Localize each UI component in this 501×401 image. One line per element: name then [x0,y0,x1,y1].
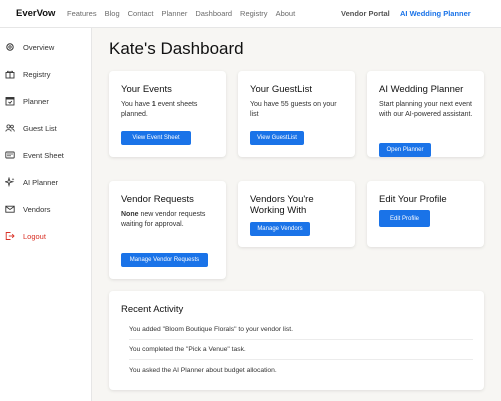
sidebar-item-label: Guest List [23,123,57,133]
sidebar-item-logout[interactable]: Logout [4,227,88,245]
page-title: Kate's Dashboard [109,39,244,58]
vendors-working-card: Vendors You're Working With Manage Vendo… [238,181,355,247]
sidebar-item-label: Vendors [23,204,51,214]
vendor-requests-card: Vendor Requests None new vendor requests… [109,181,226,279]
top-navbar: EverVow Features Blog Contact Planner Da… [0,0,501,28]
edit-profile-card: Edit Your Profile Edit Profile [367,181,484,247]
guestlist-card: Your GuestList You have 55 guests on you… [238,71,355,157]
sparkle-icon [4,177,15,188]
brand-logo[interactable]: EverVow [16,8,55,19]
logout-icon [4,231,15,242]
people-icon [4,123,15,134]
ai-planner-card: AI Wedding Planner Start planning your n… [367,71,484,157]
sidebar-item-label: Overview [23,42,55,52]
card-title: Vendor Requests [121,194,194,205]
sidebar: Overview Registry Planner Guest List Eve… [0,28,92,401]
sidebar-item-guest-list[interactable]: Guest List [4,119,88,137]
gear-icon [4,42,15,53]
edit-profile-button[interactable]: Edit Profile [379,210,430,227]
calendar-icon [4,96,15,107]
card-text: You have 55 guests on your list [250,101,337,118]
sidebar-item-overview[interactable]: Overview [4,38,88,56]
card-title: Your GuestList [250,84,312,95]
card-text: Start planning your next event with our … [379,101,473,118]
gift-icon [4,69,15,80]
card-icon [4,150,15,161]
card-title: Edit Your Profile [379,194,447,205]
view-event-sheet-button[interactable]: View Event Sheet [121,131,191,145]
request-count: None [121,211,139,218]
sidebar-item-label: Logout [23,231,46,241]
card-title: AI Wedding Planner [379,84,464,95]
sidebar-item-label: AI Planner [23,177,59,187]
nav-link-blog[interactable]: Blog [105,9,120,18]
sidebar-item-planner[interactable]: Planner [4,92,88,110]
nav-link-features[interactable]: Features [67,9,97,18]
envelope-icon [4,204,15,215]
nav-link-dashboard[interactable]: Dashboard [195,9,232,18]
ai-wedding-planner-link[interactable]: AI Wedding Planner [400,9,471,18]
sidebar-item-registry[interactable]: Registry [4,65,88,83]
sidebar-item-label: Event Sheet [23,150,64,160]
sidebar-item-label: Registry [23,69,51,79]
nav-link-planner[interactable]: Planner [161,9,187,18]
sidebar-item-ai-planner[interactable]: AI Planner [4,173,88,191]
text-prefix: You have [121,101,152,108]
nav-link-about[interactable]: About [276,9,296,18]
manage-vendor-requests-button[interactable]: Manage Vendor Requests [121,253,208,267]
events-card: Your Events You have 1 event sheets plan… [109,71,226,157]
card-text: You have 1 event sheets planned. [121,100,221,120]
card-title: Vendors You're Working With [250,194,314,216]
sidebar-item-label: Planner [23,96,49,106]
list-item: You added "Bloom Boutique Florals" to yo… [129,320,473,340]
sidebar-item-event-sheet[interactable]: Event Sheet [4,146,88,164]
nav-link-contact[interactable]: Contact [128,9,154,18]
list-item: You asked the AI Planner about budget al… [129,366,277,374]
vendor-portal-link[interactable]: Vendor Portal [341,9,390,18]
view-guestlist-button[interactable]: View GuestList [250,131,304,145]
manage-vendors-button[interactable]: Manage Vendors [250,222,310,236]
nav-links: Features Blog Contact Planner Dashboard … [67,9,295,18]
list-item: You completed the "Pick a Venue" task. [129,340,473,360]
card-title: Your Events [121,84,172,95]
section-title: Recent Activity [121,304,184,315]
sidebar-item-vendors[interactable]: Vendors [4,200,88,218]
recent-activity-card: Recent Activity You added "Bloom Boutiqu… [109,291,484,390]
card-text: None new vendor requests waiting for app… [121,210,219,230]
open-planner-button[interactable]: Open Planner [379,143,431,157]
nav-link-registry[interactable]: Registry [240,9,268,18]
